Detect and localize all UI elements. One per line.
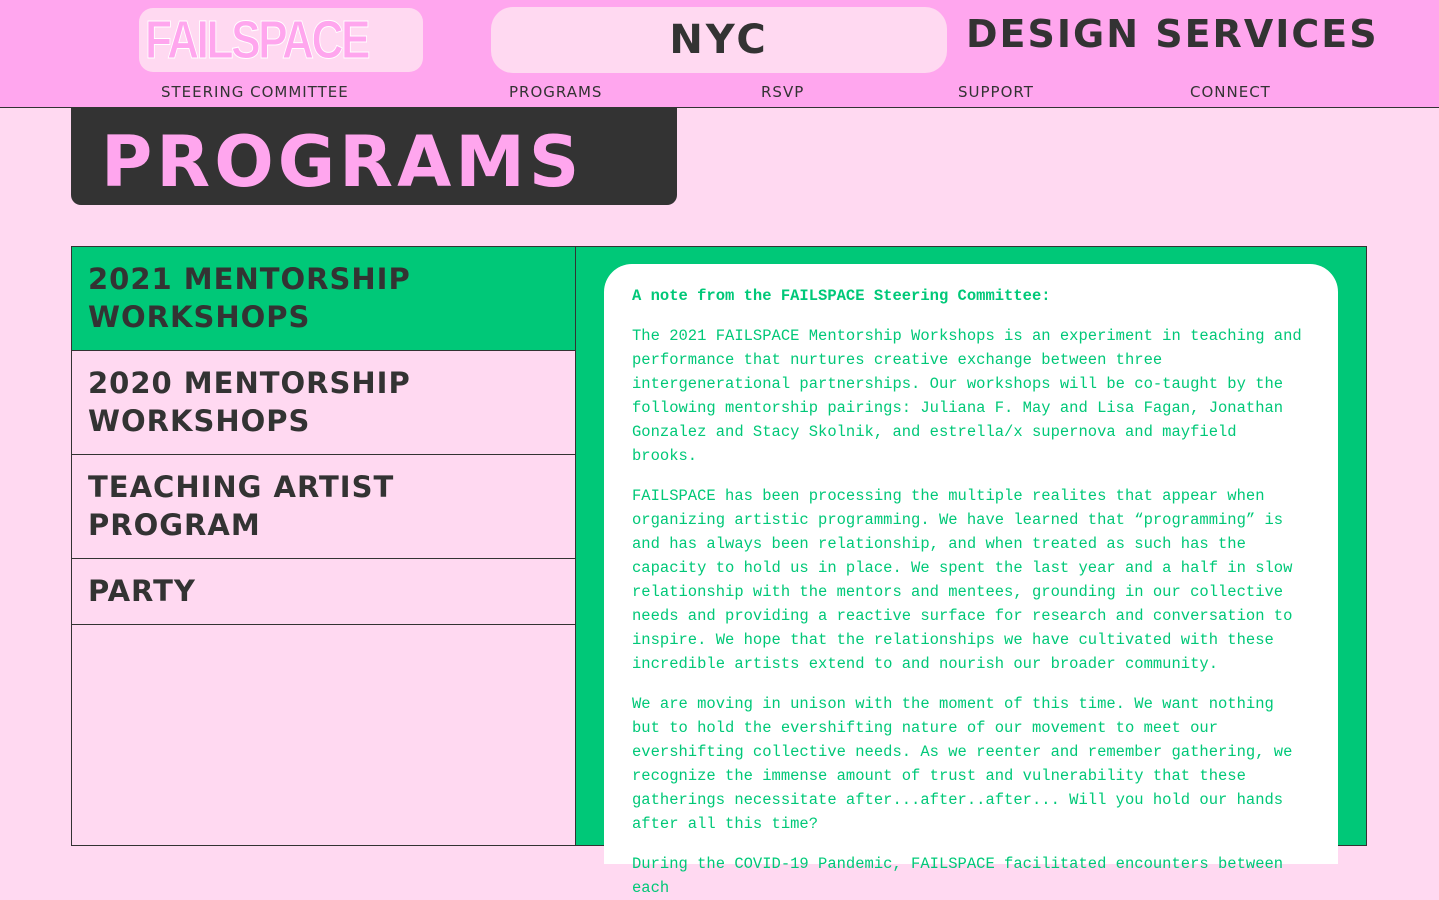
- nav-rsvp[interactable]: RSVP: [761, 83, 804, 101]
- note-heading: A note from the FAILSPACE Steering Commi…: [632, 287, 1051, 305]
- program-item-2021-mentorship[interactable]: 2021 MENTORSHIP WORKSHOPS: [72, 247, 576, 351]
- program-item-party[interactable]: PARTY: [72, 559, 576, 625]
- program-item-teaching-artist[interactable]: TEACHING ARTIST PROGRAM: [72, 455, 576, 559]
- page-title-banner: PROGRAMS: [71, 108, 677, 205]
- note-card: A note from the FAILSPACE Steering Commi…: [604, 264, 1338, 897]
- nav-steering-committee[interactable]: STEERING COMMITTEE: [161, 83, 349, 101]
- nav-connect[interactable]: CONNECT: [1190, 83, 1271, 101]
- program-item-2020-mentorship[interactable]: 2020 MENTORSHIP WORKSHOPS: [72, 351, 576, 455]
- site-header: FAILSPACE NYC DESIGN SERVICES STEERING C…: [0, 0, 1439, 108]
- note-paragraph: FAILSPACE has been processing the multip…: [632, 487, 1293, 673]
- note-paragraph: We are moving in unison with the moment …: [632, 695, 1293, 833]
- logo-text: FAILSPACE: [145, 10, 371, 71]
- program-content-panel: A note from the FAILSPACE Steering Commi…: [575, 246, 1367, 897]
- nav-support[interactable]: SUPPORT: [958, 83, 1034, 101]
- site-logo[interactable]: FAILSPACE: [127, 8, 424, 72]
- site-tagline: DESIGN SERVICES: [966, 12, 1379, 56]
- nav-programs[interactable]: PROGRAMS: [509, 83, 602, 101]
- city-label: NYC: [491, 7, 947, 73]
- note-paragraph: During the COVID-19 Pandemic, FAILSPACE …: [632, 855, 1284, 897]
- note-paragraph: The 2021 FAILSPACE Mentorship Workshops …: [632, 327, 1302, 465]
- page-title: PROGRAMS: [101, 120, 584, 203]
- logo-wordmark: FAILSPACE: [139, 8, 424, 72]
- program-list: 2021 MENTORSHIP WORKSHOPS 2020 MENTORSHI…: [71, 246, 576, 846]
